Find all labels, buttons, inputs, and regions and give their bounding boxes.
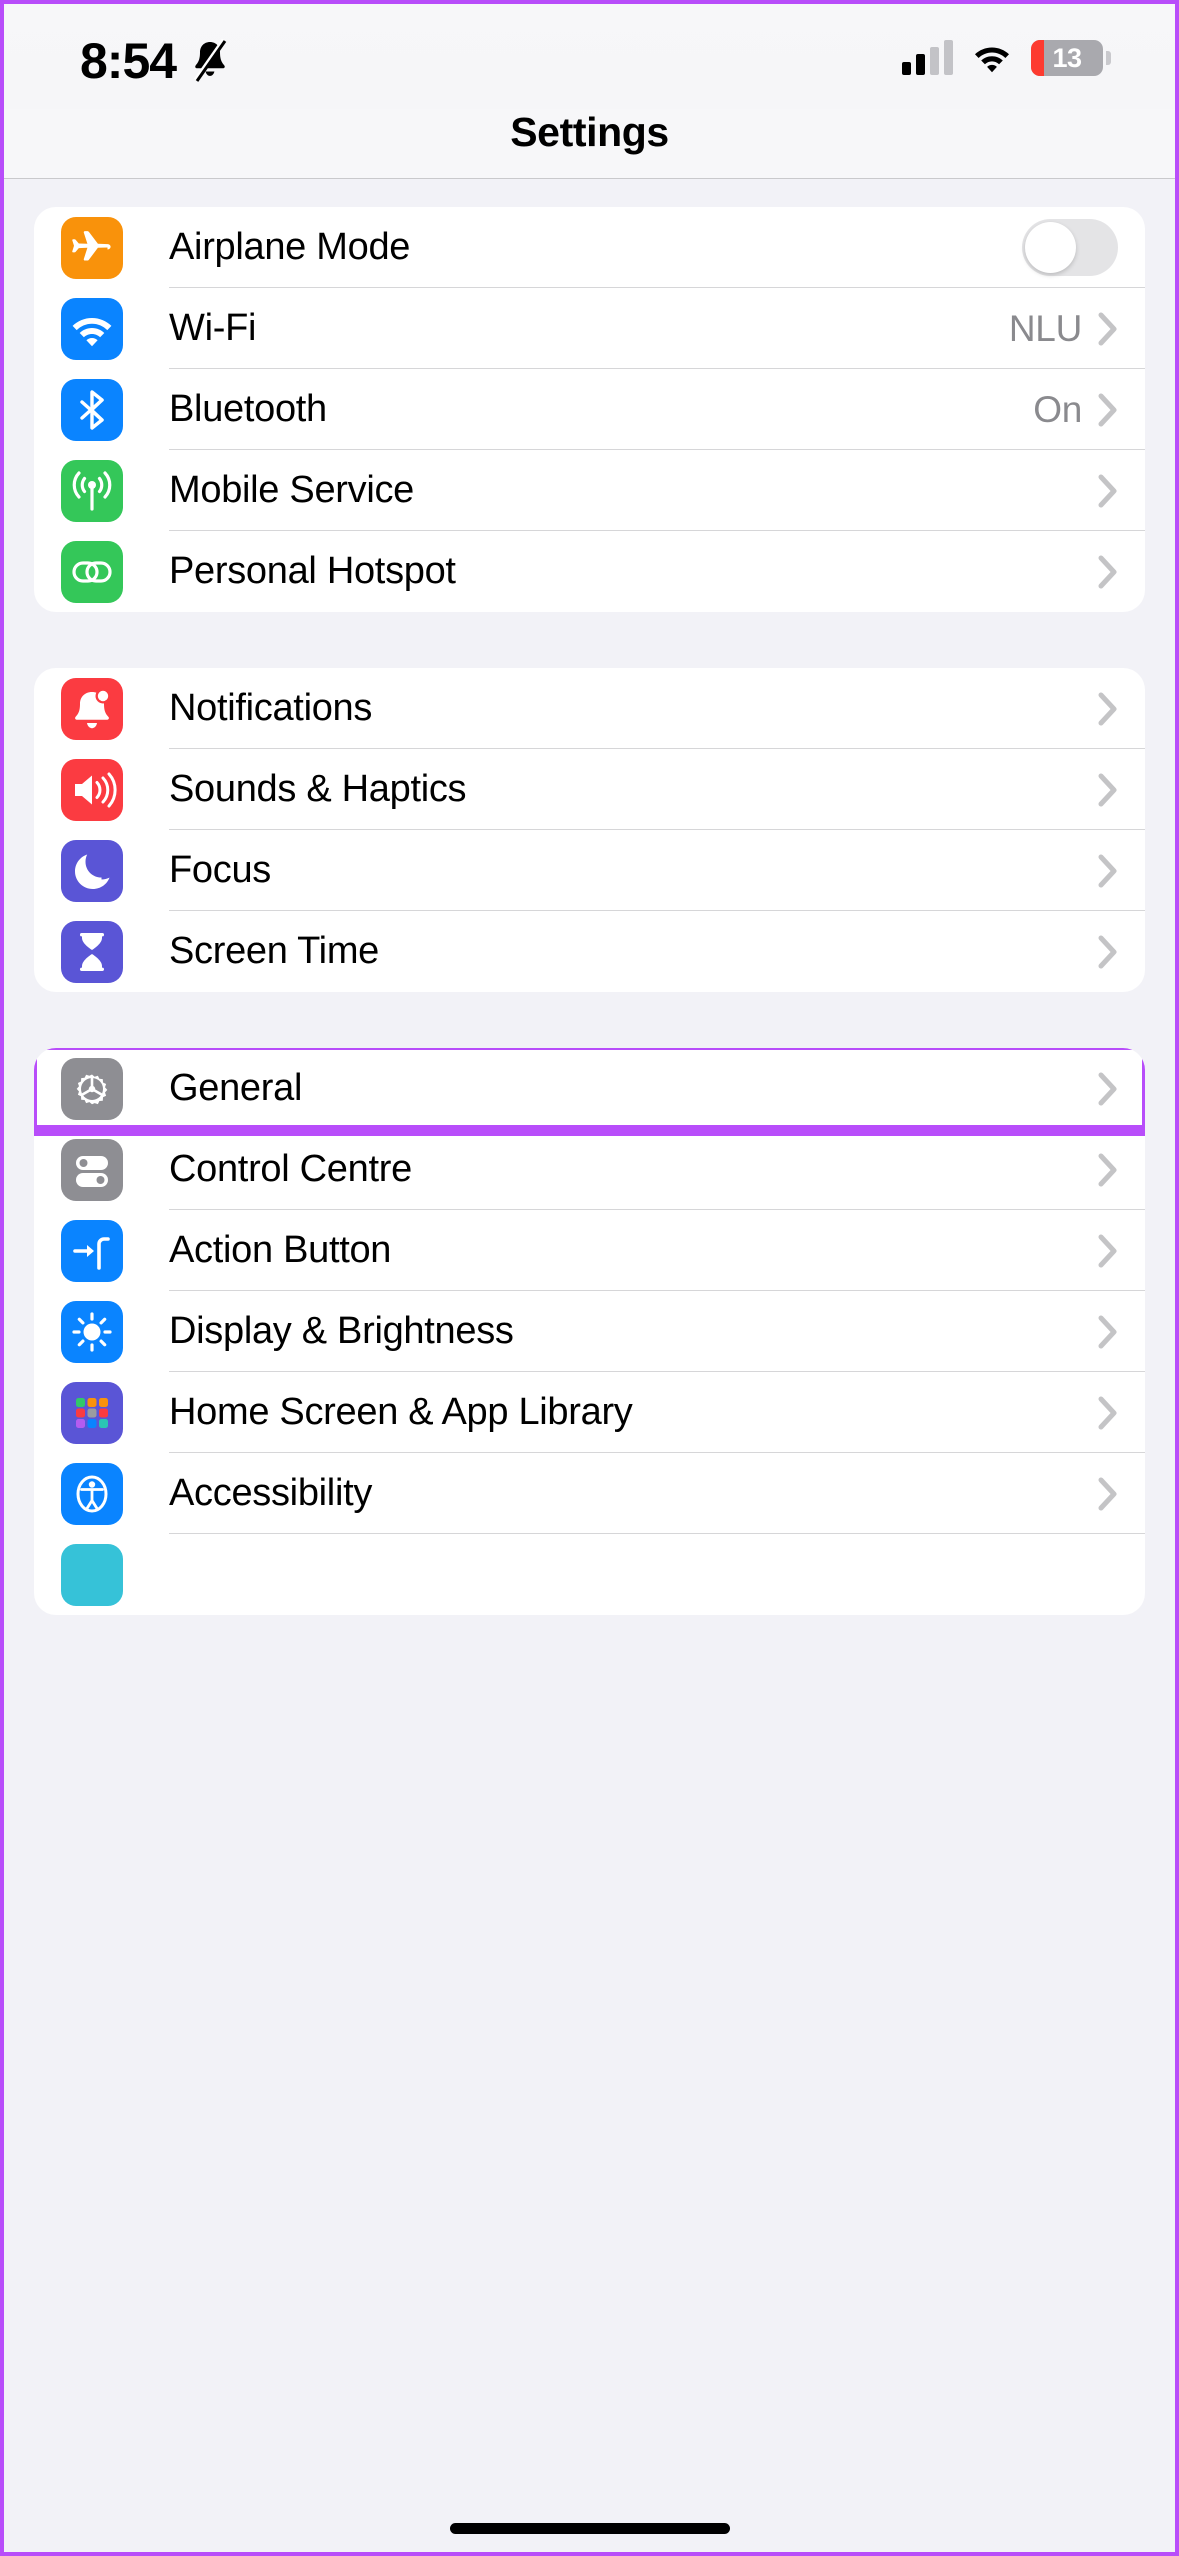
- sidebar-item-airplane-mode[interactable]: Airplane Mode: [34, 207, 1145, 288]
- hourglass-icon: [61, 920, 123, 983]
- sidebar-item-control-centre[interactable]: Control Centre: [34, 1129, 1145, 1210]
- sidebar-item-notifications[interactable]: Notifications: [34, 668, 1145, 749]
- action-button-icon: [61, 1219, 123, 1282]
- sliders-icon: [61, 1138, 123, 1201]
- sidebar-item-label: Wi-Fi: [169, 288, 1145, 369]
- sidebar-item-label: Display & Brightness: [169, 1291, 1145, 1372]
- sidebar-item-label: Sounds & Haptics: [169, 749, 1145, 830]
- settings-group-system: General Control Centre Action Button Dis…: [34, 1048, 1145, 1615]
- sidebar-item-label: Mobile Service: [169, 450, 1145, 531]
- speaker-waves-icon: [61, 758, 123, 821]
- sidebar-item-partial-next[interactable]: [34, 1534, 1145, 1615]
- antenna-icon: [61, 459, 123, 522]
- sidebar-item-wifi[interactable]: Wi-Fi NLU: [34, 288, 1145, 369]
- bluetooth-icon: [61, 378, 123, 441]
- sidebar-item-label: Action Button: [169, 1210, 1145, 1291]
- sidebar-item-screen-time[interactable]: Screen Time: [34, 911, 1145, 992]
- sidebar-item-mobile-service[interactable]: Mobile Service: [34, 450, 1145, 531]
- bell-badge-icon: [61, 677, 123, 740]
- sidebar-item-general[interactable]: General: [34, 1048, 1145, 1129]
- status-bar-clock: 8:54: [80, 33, 177, 89]
- sidebar-item-label: Personal Hotspot: [169, 550, 456, 592]
- sidebar-item-action-button[interactable]: Action Button: [34, 1210, 1145, 1291]
- general-row-highlight-wrapper: General: [34, 1048, 1145, 1136]
- settings-group-notifications: Notifications Sounds & Haptics Focus Scr…: [34, 668, 1145, 992]
- sidebar-item-label: Notifications: [169, 668, 1145, 749]
- sidebar-item-home-screen-app-library[interactable]: Home Screen & App Library: [34, 1372, 1145, 1453]
- sidebar-item-label: Focus: [169, 830, 1145, 911]
- sidebar-item-sounds-haptics[interactable]: Sounds & Haptics: [34, 749, 1145, 830]
- wifi-icon: [970, 41, 1014, 75]
- sidebar-item-display-brightness[interactable]: Display & Brightness: [34, 1291, 1145, 1372]
- sidebar-item-label: Screen Time: [169, 930, 380, 972]
- status-bar-right: 13: [902, 40, 1111, 76]
- home-indicator: [449, 2523, 730, 2534]
- sidebar-item-bluetooth[interactable]: Bluetooth On: [34, 369, 1145, 450]
- sidebar-item-label: Control Centre: [169, 1129, 1145, 1210]
- settings-group-connectivity: Airplane Mode Wi-Fi NLU Bluetooth On Mob…: [34, 207, 1145, 612]
- moon-icon: [61, 839, 123, 902]
- sidebar-item-personal-hotspot[interactable]: Personal Hotspot: [34, 531, 1145, 612]
- settings-list: Airplane Mode Wi-Fi NLU Bluetooth On Mob…: [4, 179, 1175, 1615]
- app-grid-icon: [61, 1381, 123, 1444]
- cellular-signal-icon: [902, 40, 953, 75]
- accessibility-icon: [61, 1462, 123, 1525]
- airplane-icon: [61, 216, 123, 279]
- navigation-bar: Settings: [4, 109, 1175, 179]
- gear-icon: [61, 1057, 123, 1120]
- sidebar-item-label: Accessibility: [169, 1453, 1145, 1534]
- status-bar: 8:54 13: [4, 4, 1175, 109]
- wifi-icon: [61, 297, 123, 360]
- bell-slash-icon: [190, 38, 230, 84]
- sidebar-item-label: Airplane Mode: [169, 207, 1145, 288]
- sidebar-item-label: General: [169, 1067, 303, 1109]
- status-bar-left: 8:54: [80, 36, 230, 86]
- sidebar-item-focus[interactable]: Focus: [34, 830, 1145, 911]
- page-title: Settings: [510, 109, 669, 155]
- sidebar-item-label: Bluetooth: [169, 369, 1145, 450]
- iphone-settings-screen: 8:54 13 Settings Airplane Mode Wi-Fi NLU…: [0, 0, 1179, 2556]
- link-icon: [61, 540, 123, 603]
- sidebar-item-accessibility[interactable]: Accessibility: [34, 1453, 1145, 1534]
- brightness-icon: [61, 1300, 123, 1363]
- partial-icon: [61, 1543, 123, 1606]
- battery-indicator: 13: [1031, 40, 1111, 76]
- battery-level-text: 13: [1052, 42, 1082, 73]
- sidebar-item-label: Home Screen & App Library: [169, 1372, 1145, 1453]
